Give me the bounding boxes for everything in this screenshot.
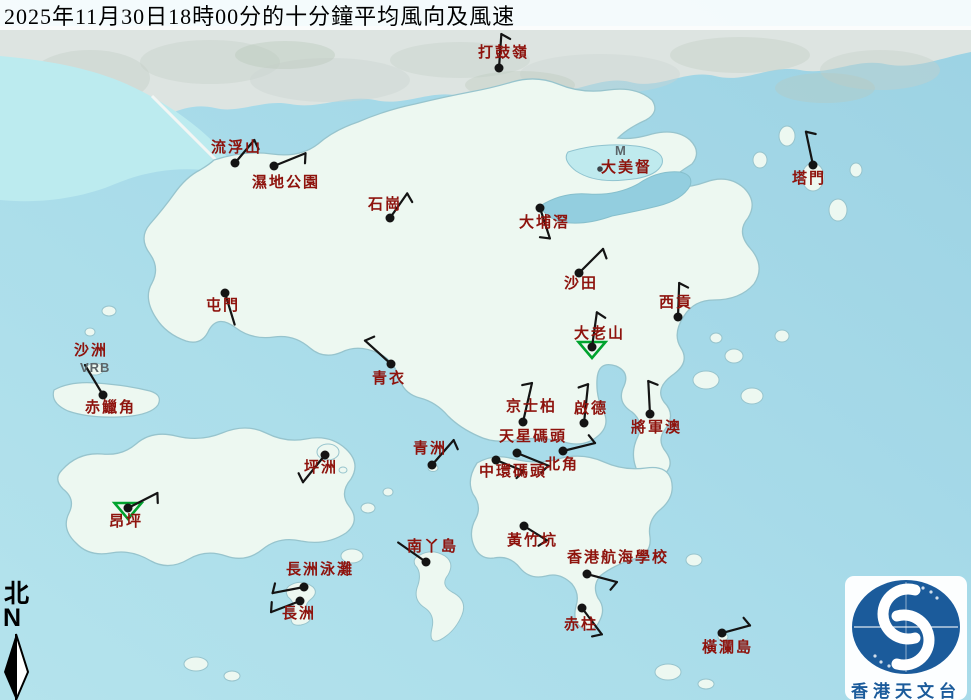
wind-barb-tick <box>271 602 272 612</box>
station-dot <box>513 449 522 458</box>
hong-kong-map <box>0 0 971 700</box>
station-dot <box>422 558 431 567</box>
station-dot <box>520 522 529 531</box>
station-dot <box>124 504 133 513</box>
station-dot <box>492 456 501 465</box>
hko-logo: 香港天文台 HONG KONG OBSERVATORY <box>845 576 967 700</box>
station-dot <box>578 604 587 613</box>
compass-north-letter: N <box>2 607 36 630</box>
station-dot <box>99 391 108 400</box>
station-dot <box>387 360 396 369</box>
title-bar: 2025年11月30日18時00分的十分鐘平均風向及風速 <box>0 0 971 30</box>
station-dot <box>300 583 309 592</box>
hko-logo-name-zh: 香港天文台 <box>845 677 967 700</box>
map-title: 2025年11月30日18時00分的十分鐘平均風向及風速 <box>0 0 515 31</box>
station-dot <box>580 419 589 428</box>
hko-logo-emblem <box>845 576 967 674</box>
station-dot <box>588 343 597 352</box>
station-dot <box>583 570 592 579</box>
station-dot <box>270 162 279 171</box>
station-dot <box>536 204 545 213</box>
station-dot <box>221 289 230 298</box>
station-dot <box>809 161 818 170</box>
wind-barb-staff <box>678 283 679 317</box>
station-dot <box>559 447 568 456</box>
station-dot <box>231 159 240 168</box>
station-dot <box>321 451 330 460</box>
station-dot <box>495 64 504 73</box>
wind-barb-tick <box>540 237 550 238</box>
station-dot <box>519 418 528 427</box>
wind-barb-tick <box>305 153 306 163</box>
station-dot <box>386 214 395 223</box>
wind-map-screen: 2025年11月30日18時00分的十分鐘平均風向及風速 打鼓嶺流浮山濕地公園石… <box>0 0 971 700</box>
station-dot <box>646 410 655 419</box>
station-dot <box>718 629 727 638</box>
station-dot <box>296 597 305 606</box>
station-dot <box>674 313 683 322</box>
station-dot <box>575 269 584 278</box>
station-dot <box>597 166 603 172</box>
compass: 北 N <box>2 582 36 630</box>
station-dot <box>428 461 437 470</box>
